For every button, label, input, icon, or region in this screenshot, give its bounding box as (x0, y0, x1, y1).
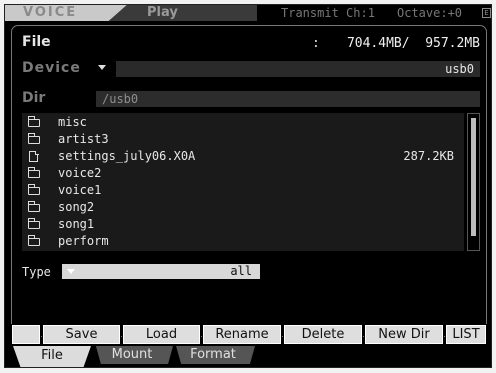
scrollbar-thumb[interactable] (471, 118, 476, 236)
list-item-name: song2 (58, 200, 95, 214)
storage-usage: 704.4MB/ 957.2MB (346, 36, 480, 51)
device-dropdown-arrow-icon[interactable] (98, 65, 106, 70)
tab-format[interactable]: Format (176, 346, 255, 364)
list-item[interactable]: misc (22, 115, 464, 130)
device-label: Device (22, 60, 81, 76)
screen: VOICE Play Transmit Ch:1 Octave:+0 E Fil… (4, 4, 492, 368)
type-dropdown-arrow-icon (67, 269, 75, 274)
list-item[interactable]: settings_july06.X0A 287.2KB (22, 149, 464, 164)
type-value: all (230, 264, 252, 278)
save-button[interactable]: Save (42, 324, 121, 345)
octave-readout: Octave:+0 (397, 6, 463, 20)
list-item[interactable]: artist3 (22, 132, 464, 147)
list-item-name: misc (58, 115, 87, 129)
mode-play-tab[interactable]: Play (109, 5, 257, 21)
load-button[interactable]: Load (122, 324, 201, 345)
tab-bar: File Mount Format (11, 346, 487, 367)
list-item-name: voice1 (58, 183, 102, 197)
list-item[interactable]: voice2 (22, 166, 464, 181)
list-item[interactable]: perform (22, 234, 464, 249)
tab-mount[interactable]: Mount (95, 346, 173, 364)
mode-voice-tab[interactable]: VOICE (5, 5, 127, 21)
file-panel: File : 704.4MB/ 957.2MB Device usb0 Dir … (11, 25, 487, 337)
list-item[interactable]: song2 (22, 200, 464, 215)
list-item-name: settings_july06.X0A (58, 149, 196, 163)
file-list[interactable]: misc artist3 settings_july06.X0A 287.2KB… (22, 113, 464, 251)
tab-mount-label: Mount (111, 347, 153, 362)
mode-voice-label: VOICE (23, 5, 78, 20)
list-item-name: artist3 (58, 132, 109, 146)
mode-bar: VOICE Play Transmit Ch:1 Octave:+0 E (5, 5, 491, 21)
rename-button[interactable]: Rename (202, 324, 282, 345)
list-item[interactable]: voice1 (22, 183, 464, 198)
function-button-bar: Save Load Rename Delete New Dir LIST (11, 324, 487, 345)
new-dir-button[interactable]: New Dir (364, 324, 444, 345)
list-item[interactable]: song1 (22, 217, 464, 232)
file-label: File (22, 34, 51, 50)
dir-path-field[interactable]: /usb0 (96, 91, 480, 107)
device-select[interactable]: usb0 (116, 61, 480, 77)
status-icon: E (482, 8, 491, 18)
list-button[interactable]: LIST (445, 324, 487, 345)
list-item-name: voice2 (58, 166, 102, 180)
list-item-size: 287.2KB (403, 149, 454, 163)
type-label: Type (22, 265, 51, 279)
file-colon: : (312, 36, 320, 51)
transmit-channel: Transmit Ch:1 (281, 6, 375, 20)
list-item-name: perform (58, 234, 109, 248)
blank-function-button[interactable] (11, 324, 41, 345)
tab-file[interactable]: File (13, 346, 91, 367)
type-select[interactable]: all (62, 264, 260, 279)
mode-play-label: Play (147, 5, 178, 20)
delete-button[interactable]: Delete (283, 324, 363, 345)
list-scrollbar[interactable] (467, 113, 480, 251)
list-item-name: song1 (58, 217, 95, 231)
dir-label: Dir (22, 90, 46, 106)
